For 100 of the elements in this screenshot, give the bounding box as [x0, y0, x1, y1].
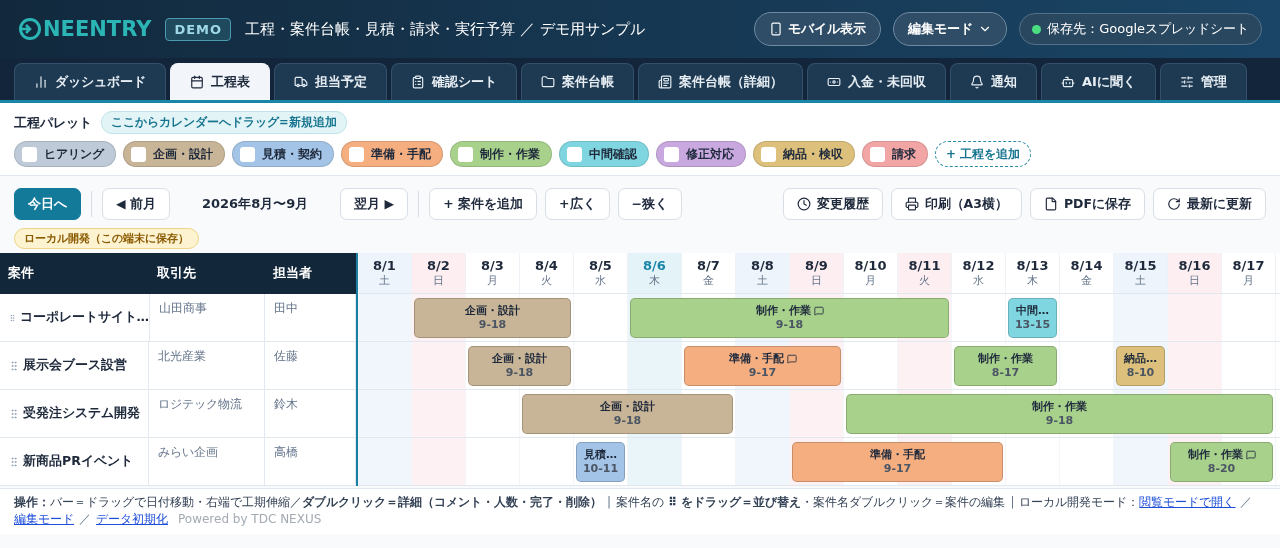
column-header: 取引先 [156, 265, 198, 282]
link-separator: ／ [79, 512, 91, 527]
nav-tab[interactable]: 担当予定 [274, 63, 387, 100]
checkbox[interactable] [567, 146, 582, 162]
nav-tab[interactable]: 入金・未回収 [807, 63, 946, 100]
mode-select[interactable]: 編集モード [893, 12, 1008, 46]
person-cell: 高橋 [264, 438, 356, 485]
schedule-bar[interactable]: 制作・作業 8-20 [1170, 442, 1273, 482]
operations-help: 操作：バー＝ドラッグで日付移動・右端で工期伸縮／ダブルクリック＝詳細（コメント・人数・完了・削除） [14, 495, 602, 509]
smartphone-icon [769, 22, 784, 36]
checkbox[interactable] [131, 146, 146, 162]
project-cell[interactable]: 展示会ブース設営 [0, 342, 150, 389]
next-month-button[interactable]: 翌月 ▶ [340, 188, 409, 220]
process-chip[interactable]: 見積・契約 [232, 141, 334, 167]
checkbox[interactable] [761, 146, 776, 162]
schedule-bar[interactable]: 制作・作業 9-18 [846, 394, 1273, 434]
powered-by: Powered by TDC NEXUS [178, 512, 322, 527]
local-mode-label: ローカル開発モード： [1019, 495, 1140, 509]
day-cell [1168, 342, 1222, 389]
separator: | [1010, 495, 1015, 509]
calendar-icon [190, 75, 204, 89]
schedule-bar[interactable]: 納品… 8-10 [1116, 346, 1165, 386]
day-header: 8/6 木 [628, 253, 682, 293]
day-header: 8/1 土 [358, 253, 412, 293]
process-chip[interactable]: 準備・手配 [341, 141, 443, 167]
nav-tab[interactable]: 案件台帳 [521, 63, 634, 100]
footer-link[interactable]: 編集モード [14, 512, 74, 527]
prev-month-button[interactable]: ◀ 前月 [102, 188, 170, 220]
file-icon [1043, 197, 1058, 211]
project-cell[interactable]: 受発注システム開発 [0, 390, 150, 437]
nav-tab[interactable]: 管理 [1159, 63, 1247, 100]
printer-icon [904, 197, 919, 211]
add-process-button[interactable]: + 工程を追加 [935, 141, 1032, 167]
process-chip[interactable]: 納品・検収 [753, 141, 855, 167]
mobile-view-button[interactable]: モバイル表示 [754, 12, 882, 46]
project-cell[interactable]: 新商品PRイベント [0, 438, 150, 485]
person-cell: 鈴木 [264, 390, 356, 437]
drag-handle-icon [8, 455, 20, 468]
checkbox[interactable] [349, 146, 364, 162]
column-header: 案件 [7, 265, 35, 282]
process-chip[interactable]: 修正対応 [656, 141, 746, 167]
zoom-out-button[interactable]: −狭く [617, 188, 682, 220]
schedule-bar[interactable]: 見積… 10-11 [576, 442, 625, 482]
history-button[interactable]: 変更履歴 [782, 188, 883, 220]
checkbox[interactable] [870, 146, 885, 162]
pdf-button[interactable]: PDFに保存 [1029, 188, 1145, 220]
today-button[interactable]: 今日へ [14, 188, 81, 220]
process-chip[interactable]: ヒアリング [14, 141, 116, 167]
footer-link[interactable]: データ初期化 [96, 512, 168, 527]
storage-badge: ローカル開発（この端末に保存） [14, 228, 199, 249]
clock-icon [796, 197, 811, 211]
add-project-button[interactable]: + 案件を追加 [429, 188, 538, 220]
process-chip[interactable]: 中間確認 [559, 141, 649, 167]
bell-icon [970, 75, 984, 89]
schedule-bar[interactable]: 準備・手配 9-17 [792, 442, 1003, 482]
schedule-bar[interactable]: 制作・作業 8-17 [954, 346, 1057, 386]
day-cell [412, 390, 466, 437]
date-range: 2026年8月〜9月 [200, 195, 310, 213]
drag-handle-icon [8, 407, 20, 420]
process-chip[interactable]: 企画・設計 [123, 141, 225, 167]
bar-chart-icon [34, 75, 48, 89]
checkbox[interactable] [458, 146, 473, 162]
process-chip[interactable]: 請求 [862, 141, 928, 167]
day-cell [412, 438, 466, 485]
nav-tab[interactable]: 案件台帳（詳細） [638, 63, 803, 100]
document-icon [658, 75, 672, 89]
nav-tab[interactable]: ダッシュボード [14, 63, 166, 100]
zoom-in-button[interactable]: +広く [545, 188, 610, 220]
folder-icon [541, 75, 555, 89]
client-cell: みらい企画 [149, 438, 265, 485]
schedule-bar[interactable]: 準備・手配 9-17 [684, 346, 841, 386]
day-header: 8/9 日 [790, 253, 844, 293]
refresh-button[interactable]: 最新に更新 [1153, 188, 1266, 220]
person-cell: 佐藤 [264, 342, 356, 389]
schedule-bar[interactable]: 制作・作業 9-18 [630, 298, 949, 338]
nav-tab[interactable]: 確認シート [391, 63, 517, 100]
nav-tab[interactable]: 工程表 [170, 63, 270, 100]
nav-tab[interactable]: AIに聞く [1041, 63, 1156, 100]
palette-hint: ここからカレンダーへドラッグ=新規追加 [101, 111, 347, 134]
process-chip[interactable]: 制作・作業 [450, 141, 552, 167]
footer-link[interactable]: 閲覧モードで開く [1139, 495, 1236, 509]
checkbox[interactable] [664, 146, 679, 162]
nav-tab[interactable]: 通知 [950, 63, 1037, 100]
schedule-bar[interactable]: 中間… 13-15 [1008, 298, 1057, 338]
day-header: 8/2 日 [412, 253, 466, 293]
separator: | [607, 495, 612, 509]
sliders-icon [1179, 75, 1194, 89]
clipboard-icon [411, 75, 425, 89]
link-separator: ／ [1240, 495, 1253, 509]
schedule-bar[interactable]: 企画・設計 9-18 [522, 394, 733, 434]
checkbox[interactable] [22, 146, 37, 162]
person-cell: 田中 [264, 294, 356, 341]
project-cell[interactable]: コーポレートサイト… [0, 294, 150, 341]
client-cell: 北光産業 [149, 342, 265, 389]
checkbox[interactable] [240, 146, 255, 162]
print-button[interactable]: 印刷（A3横） [890, 188, 1022, 220]
schedule-bar[interactable]: 企画・設計 9-18 [468, 346, 571, 386]
logo-text: NEENTRY [43, 17, 152, 41]
status-dot-icon [1032, 24, 1042, 34]
schedule-bar[interactable]: 企画・設計 9-18 [414, 298, 571, 338]
